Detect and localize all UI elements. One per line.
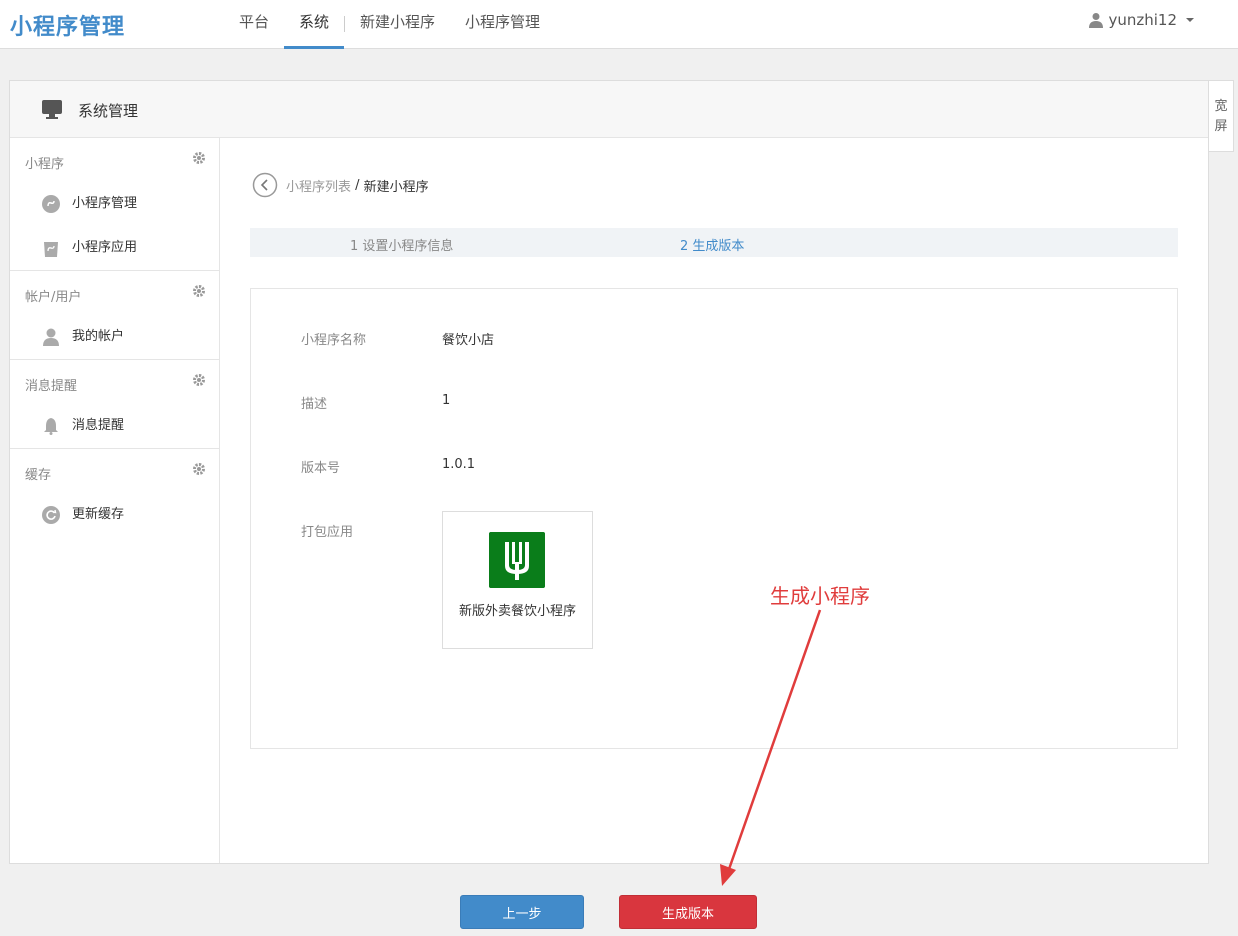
breadcrumb: 小程序列表 / 新建小程序	[252, 172, 429, 198]
sidebar-item-refresh-cache[interactable]: 更新缓存	[10, 493, 219, 537]
username: yunzhi12	[1108, 11, 1177, 29]
sidebar: 小程序 小程序管理 小程序应用 帐户/用户 我的帐户 消息提醒 消息提醒 缓存 …	[10, 138, 220, 863]
sidebar-item-notify[interactable]: 消息提醒	[10, 404, 219, 448]
sidebar-group-label: 帐户/用户	[25, 290, 82, 305]
nav-system[interactable]: 系统	[284, 0, 345, 49]
sidebar-item-label: 小程序应用	[72, 240, 138, 255]
sidebar-item-my-account[interactable]: 我的帐户	[10, 315, 219, 359]
version-value: 1.0.1	[442, 457, 476, 472]
sidebar-item-label: 我的帐户	[72, 329, 125, 344]
user-icon	[43, 328, 59, 346]
user-icon	[1089, 13, 1104, 28]
brand-title[interactable]: 小程序管理	[10, 9, 125, 41]
package-app-name: 新版外卖餐饮小程序	[458, 604, 576, 619]
sidebar-group-label: 缓存	[25, 468, 52, 483]
desc-label: 描述	[301, 397, 328, 412]
step-1: 1 设置小程序信息	[350, 239, 454, 254]
package-app-card[interactable]: 新版外卖餐饮小程序	[442, 511, 593, 649]
step-2: 2 生成版本	[680, 239, 745, 254]
gear-icon[interactable]	[193, 152, 205, 164]
name-label: 小程序名称	[301, 333, 367, 348]
refresh-icon	[42, 506, 60, 524]
sidebar-group-title: 缓存	[10, 449, 219, 493]
widescreen-toggle[interactable]: 宽 屏	[1209, 80, 1234, 152]
widescreen-label-2: 屏	[1214, 119, 1228, 134]
sidebar-item-label: 更新缓存	[72, 507, 125, 522]
monitor-icon	[42, 100, 62, 119]
sidebar-group-cache: 缓存 更新缓存	[10, 449, 219, 537]
package-label: 打包应用	[301, 525, 354, 540]
version-label: 版本号	[301, 461, 341, 476]
user-menu[interactable]: yunzhi12	[1089, 11, 1194, 29]
sidebar-group-label: 小程序	[25, 157, 65, 172]
sidebar-item-mini-program-manage[interactable]: 小程序管理	[10, 182, 219, 226]
panel-title: 系统管理	[78, 102, 139, 120]
sidebar-item-mini-program-app[interactable]: 小程序应用	[10, 226, 219, 270]
sidebar-item-label: 小程序管理	[72, 196, 138, 211]
gear-icon[interactable]	[193, 463, 205, 475]
gear-icon[interactable]	[193, 285, 205, 297]
version-info-box: 小程序名称 餐饮小店 描述 1 版本号 1.0.1 打包应用 新版外卖餐饮小程序	[250, 288, 1178, 749]
step-bar: 1 设置小程序信息 2 生成版本	[250, 228, 1178, 257]
gear-icon[interactable]	[193, 374, 205, 386]
sidebar-item-label: 消息提醒	[72, 418, 125, 433]
panel-header: 系统管理	[10, 81, 1208, 138]
nav-platform[interactable]: 平台	[224, 0, 284, 49]
breadcrumb-separator: /	[351, 177, 364, 193]
breadcrumb-current: 新建小程序	[363, 179, 429, 195]
annotation-text: 生成小程序	[770, 584, 870, 608]
generate-version-button[interactable]: 生成版本	[619, 895, 757, 929]
nav-mini-program-manage[interactable]: 小程序管理	[450, 0, 555, 49]
prev-step-button[interactable]: 上一步	[460, 895, 584, 929]
fork-restaurant-icon	[489, 532, 545, 588]
mini-program-icon	[42, 195, 60, 213]
app-bag-icon	[44, 242, 58, 257]
sidebar-group-account: 帐户/用户 我的帐户	[10, 271, 219, 360]
sidebar-group-title: 帐户/用户	[10, 271, 219, 315]
sidebar-group-title: 小程序	[10, 138, 219, 182]
desc-value: 1	[442, 393, 451, 408]
breadcrumb-parent[interactable]: 小程序列表	[286, 176, 351, 195]
bell-icon	[44, 418, 58, 435]
sidebar-group-title: 消息提醒	[10, 360, 219, 404]
nav-new-mini-program[interactable]: 新建小程序	[345, 0, 450, 49]
top-navbar: 小程序管理 平台 系统 新建小程序 小程序管理 yunzhi12	[0, 0, 1238, 49]
name-value: 餐饮小店	[442, 333, 495, 348]
widescreen-label-1: 宽	[1214, 99, 1228, 114]
back-circle-icon[interactable]	[252, 172, 278, 198]
sidebar-group-notify: 消息提醒 消息提醒	[10, 360, 219, 449]
sidebar-group-mini-program: 小程序 小程序管理 小程序应用	[10, 138, 219, 271]
sidebar-group-label: 消息提醒	[25, 379, 78, 394]
chevron-down-icon	[1186, 18, 1194, 22]
main-nav: 平台 系统 新建小程序 小程序管理	[224, 0, 555, 49]
